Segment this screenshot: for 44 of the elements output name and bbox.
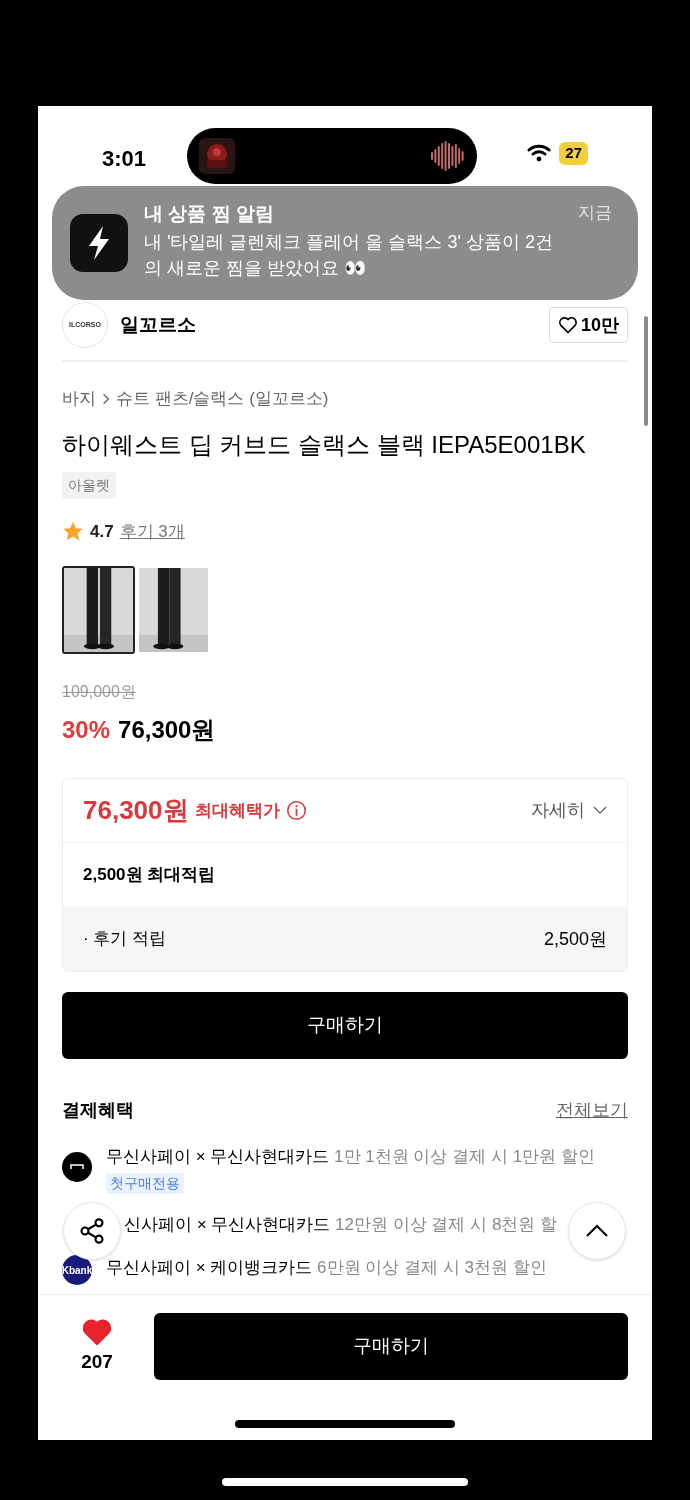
- like-store-button[interactable]: 10만: [548, 307, 628, 343]
- wifi-icon: [527, 144, 552, 163]
- rating-value: 4.7: [90, 520, 114, 543]
- points-amount: 2,500원: [543, 927, 607, 951]
- notification-message: 내 '타일레 글렌체크 플레어 울 슬랙스 3' 상품이 2건의 새로운 찜을 받았어요 👀: [144, 230, 554, 280]
- card-logo-icon: [62, 1152, 92, 1182]
- payment-benefit-text: 무신사페이 × 무신사현대카드 1만 1천원 이상 결제 시 1만원 할인: [106, 1146, 595, 1168]
- wishlist-button[interactable]: 207: [62, 1316, 132, 1377]
- chevron-right-icon: [102, 392, 110, 405]
- buy-button[interactable]: 구매하기: [62, 992, 628, 1059]
- reviews-link[interactable]: 후기 3개: [119, 518, 185, 544]
- battery-indicator: 27: [559, 142, 588, 165]
- max-points-title: 2,500원 최대적립: [83, 864, 216, 887]
- seller-name[interactable]: 일꼬르소: [120, 310, 196, 340]
- payment-benefit-text: 무신사페이 × 케이뱅크카드 6만원 이상 결제 시 3천원 할인: [106, 1257, 547, 1279]
- star-icon: [62, 520, 84, 543]
- payment-benefits-title: 결제혜택: [62, 1099, 134, 1122]
- points-label: · 후기 적립: [83, 928, 167, 951]
- waveform-icon: [430, 141, 465, 171]
- max-benefit-label: 최대혜택가: [194, 799, 280, 822]
- share-icon: [78, 1217, 106, 1245]
- details-toggle[interactable]: 자세히: [531, 797, 607, 824]
- breadcrumb-link[interactable]: 바지: [62, 386, 96, 412]
- payment-benefit-text: 신사페이 × 무신사현대카드 12만원 이상 결제 시 8천원 할: [124, 1213, 558, 1236]
- chevron-down-icon: [593, 806, 607, 815]
- outlet-tag: 아울렛: [62, 471, 116, 499]
- breadcrumb-link[interactable]: 슈트 팬츠/슬랙스 (일꼬르소): [116, 386, 329, 412]
- lightning-app-icon: [70, 214, 128, 272]
- chevron-up-icon: [585, 1224, 609, 1238]
- info-icon[interactable]: [285, 800, 307, 821]
- sale-price: 76,300원: [118, 715, 216, 745]
- status-time: 3:01: [102, 145, 147, 173]
- max-benefit-price: 76,300원: [83, 794, 189, 827]
- wishlist-count: 207: [81, 1350, 113, 1375]
- original-price: 109,000원: [62, 682, 137, 702]
- product-title: 하이웨스트 딥 커브드 슬랙스 블랙 IEPA5E001BK: [62, 429, 587, 460]
- notification-title: 내 상품 찜 알림: [144, 202, 274, 226]
- discount-rate: 30%: [62, 715, 111, 745]
- view-all-link[interactable]: 전체보기: [556, 1097, 628, 1124]
- notification-time: 지금: [578, 202, 612, 224]
- share-button[interactable]: [63, 1202, 121, 1260]
- heart-icon: [557, 315, 578, 335]
- first-purchase-badge: 첫구매전용: [106, 1172, 184, 1194]
- buy-button[interactable]: 구매하기: [154, 1313, 628, 1380]
